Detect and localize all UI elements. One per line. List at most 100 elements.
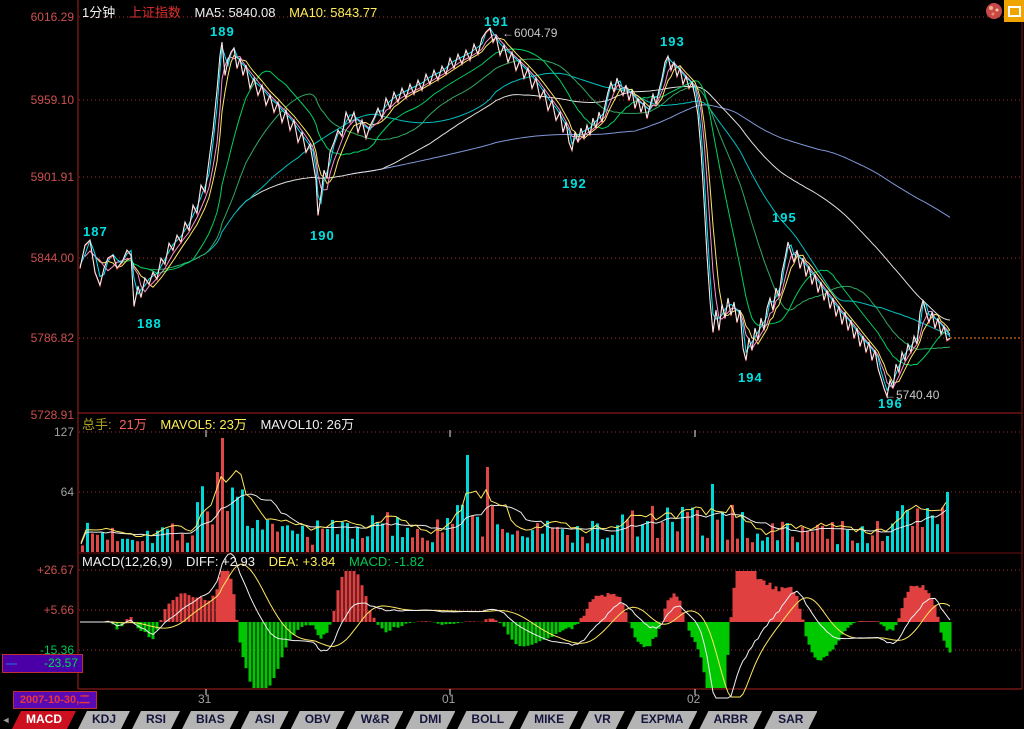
volume-bar bbox=[491, 506, 494, 552]
price-annotation: ←5740.40 bbox=[884, 388, 939, 402]
volume-bar bbox=[366, 536, 369, 552]
volume-bar bbox=[306, 537, 309, 552]
chart-canvas bbox=[0, 0, 1024, 729]
date-axis-tick: 02 bbox=[687, 692, 700, 706]
volume-bar bbox=[656, 538, 659, 552]
volume-bar bbox=[271, 524, 274, 552]
mavol5-value: MAVOL5: 23万 bbox=[160, 417, 246, 432]
volume-bar bbox=[256, 520, 259, 552]
volume-bar bbox=[511, 534, 514, 552]
volume-bar bbox=[891, 524, 894, 552]
volume-bar bbox=[236, 497, 239, 552]
tab-arbr[interactable]: ARBR bbox=[699, 711, 762, 729]
volume-bar bbox=[746, 538, 749, 552]
tab-macd[interactable]: MACD bbox=[12, 711, 76, 729]
volume-bar bbox=[276, 532, 279, 552]
tab-dmi[interactable]: DMI bbox=[405, 711, 455, 729]
restore-window-icon bbox=[1008, 6, 1021, 17]
volume-bar bbox=[421, 538, 424, 552]
volume-bar bbox=[461, 505, 464, 552]
volume-bar bbox=[881, 541, 884, 552]
volume-bar bbox=[851, 541, 854, 552]
macd-current-value: -23.57 bbox=[44, 656, 78, 670]
volume-bar bbox=[766, 537, 769, 552]
volume-value: 21万 bbox=[119, 417, 146, 432]
volume-bar bbox=[931, 515, 934, 552]
price-axis-tick: 5959.10 bbox=[2, 93, 74, 107]
macd-axis-tick: -15.36 bbox=[2, 643, 74, 657]
volume-bar bbox=[701, 536, 704, 552]
volume-bar bbox=[471, 515, 474, 552]
volume-bar bbox=[86, 523, 89, 552]
volume-bar bbox=[111, 528, 114, 552]
ma10-value: MA10: 5843.77 bbox=[289, 5, 377, 20]
volume-bar bbox=[821, 526, 824, 552]
volume-bar bbox=[166, 529, 169, 552]
volume-bar bbox=[441, 532, 444, 552]
volume-bar bbox=[651, 506, 654, 552]
volume-bar bbox=[396, 517, 399, 552]
volume-bar bbox=[896, 511, 899, 552]
volume-bar bbox=[186, 543, 189, 552]
volume-bar bbox=[586, 543, 589, 552]
volume-bar bbox=[831, 522, 834, 552]
restore-window-button[interactable] bbox=[1004, 0, 1024, 22]
volume-bar bbox=[716, 520, 719, 552]
current-date: 2007-10-30,二 bbox=[20, 694, 90, 706]
volume-bar bbox=[791, 537, 794, 552]
volume-bar bbox=[711, 484, 714, 552]
volume-bar bbox=[386, 512, 389, 552]
volume-bar bbox=[466, 455, 469, 552]
session-number-label: 189 bbox=[210, 24, 235, 39]
tab-wr[interactable]: W&R bbox=[347, 711, 404, 729]
tab-vr[interactable]: VR bbox=[580, 711, 625, 729]
price-line-red bbox=[80, 29, 950, 397]
volume-bar bbox=[541, 534, 544, 552]
tab-rsi[interactable]: RSI bbox=[132, 711, 180, 729]
symbol-label[interactable]: 上证指数 bbox=[129, 5, 181, 20]
tab-bias[interactable]: BIAS bbox=[182, 711, 239, 729]
tab-expma[interactable]: EXPMA bbox=[627, 711, 698, 729]
volume-bar bbox=[431, 542, 434, 552]
session-number-label: 195 bbox=[772, 210, 797, 225]
volume-bar bbox=[481, 537, 484, 552]
tab-asi[interactable]: ASI bbox=[241, 711, 289, 729]
volume-bar bbox=[616, 525, 619, 552]
volume-bar bbox=[561, 529, 564, 552]
volume-bar bbox=[691, 508, 694, 552]
tab-scroll-left-icon[interactable]: ◄ bbox=[0, 711, 12, 729]
volume-bar bbox=[531, 530, 534, 552]
volume-bar bbox=[141, 541, 144, 552]
volume-bar bbox=[776, 540, 779, 552]
macd-axis-tick: +26.67 bbox=[2, 563, 74, 577]
volume-bar bbox=[846, 530, 849, 552]
volume-bar bbox=[606, 538, 609, 552]
volume-bar bbox=[106, 540, 109, 552]
app-logo-icon bbox=[984, 1, 1004, 21]
period-label[interactable]: 1分钟 bbox=[82, 5, 115, 20]
volume-bar bbox=[946, 492, 949, 552]
tab-mike[interactable]: MIKE bbox=[520, 711, 578, 729]
volume-bar bbox=[131, 540, 134, 552]
volume-bar bbox=[486, 467, 489, 552]
volume-bar bbox=[81, 545, 84, 552]
volume-bar bbox=[801, 527, 804, 552]
volume-bar bbox=[506, 533, 509, 552]
volume-bar bbox=[706, 538, 709, 552]
tab-obv[interactable]: OBV bbox=[291, 711, 345, 729]
macd-value: MACD: -1.82 bbox=[349, 554, 424, 569]
volume-bar bbox=[381, 523, 384, 552]
price-axis-tick: 6016.29 bbox=[2, 10, 74, 24]
mavol10-value: MAVOL10: 26万 bbox=[260, 417, 354, 432]
volume-bar bbox=[726, 540, 729, 552]
volume-bar bbox=[401, 537, 404, 552]
volume-bar bbox=[626, 519, 629, 552]
session-number-label: 192 bbox=[562, 176, 587, 191]
tab-kdj[interactable]: KDJ bbox=[78, 711, 130, 729]
window-icons bbox=[984, 0, 1024, 22]
tab-boll[interactable]: BOLL bbox=[457, 711, 518, 729]
tab-sar[interactable]: SAR bbox=[764, 711, 817, 729]
price-pane-lines bbox=[80, 28, 950, 397]
ma-line-ma_cyan_fast bbox=[80, 28, 950, 390]
date-box[interactable]: 2007-10-30,二 bbox=[13, 691, 97, 709]
